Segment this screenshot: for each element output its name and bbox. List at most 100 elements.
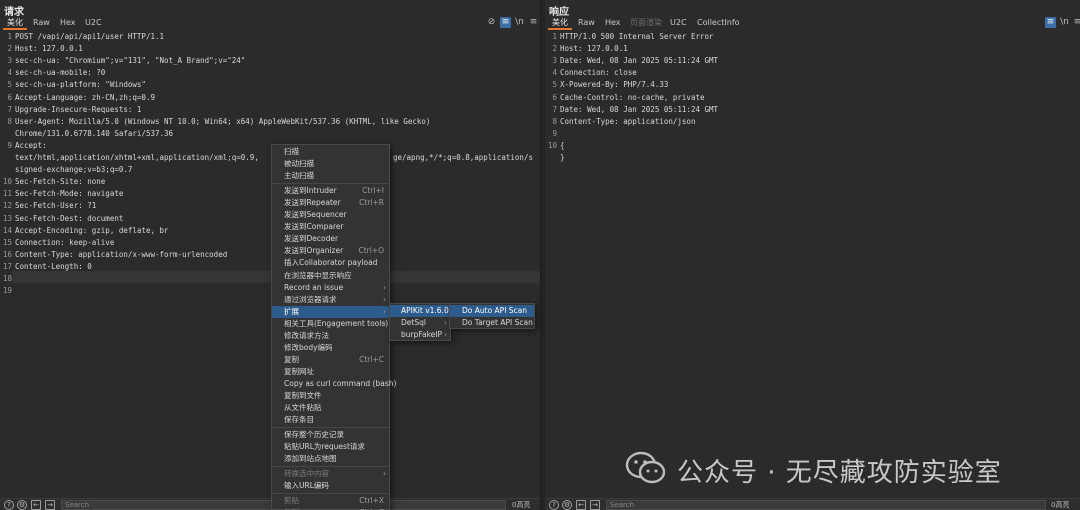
code-line: Content-Type: application/json [560, 116, 696, 126]
context-menu-item[interactable]: 复制到文件 [272, 390, 389, 402]
context-menu-item[interactable]: 相关工具(Engagement tools) › [272, 318, 389, 330]
context-menu-item[interactable]: 保存整个历史记录 [272, 429, 389, 441]
menu-item-label: 发送到Sequencer [284, 210, 347, 220]
tab-hex[interactable]: Hex [56, 15, 80, 30]
code-line: Host: 127.0.0.1 [560, 44, 628, 54]
chevron-right-icon: › [383, 294, 386, 304]
hide-eye-icon[interactable]: ⊘ [486, 17, 497, 28]
menu-icon[interactable]: ≡ [528, 17, 539, 28]
menu-item-label: 主动扫描 [284, 171, 314, 181]
line-number: 10 [2, 177, 12, 187]
forward-icon[interactable]: → [45, 500, 55, 510]
context-menu-item[interactable]: 修改body编码 [272, 342, 389, 354]
settings-icon[interactable]: ⚙ [562, 500, 572, 510]
wrap-lines-icon[interactable]: ≡ [500, 17, 511, 28]
context-menu-item[interactable]: 被动扫描 [272, 158, 389, 170]
context-menu-item[interactable]: 通过浏览器请求 › [272, 294, 389, 306]
newline-icon[interactable]: \n [514, 17, 525, 28]
context-menu-item[interactable]: 插入Collaborator payload [272, 257, 389, 269]
chevron-right-icon: › [383, 282, 386, 292]
line-number: 5 [552, 80, 557, 90]
menu-item-shortcut: Ctrl+O [358, 246, 384, 256]
back-icon[interactable]: ← [576, 500, 586, 510]
wrap-lines-icon[interactable]: ≡ [1045, 17, 1056, 28]
code-line: { [560, 140, 565, 150]
response-editor[interactable]: 1 HTTP/1.0 500 Internal Server Error 2 Host… [545, 31, 1080, 498]
code-line: Connection: keep-alive [15, 237, 115, 247]
apikit-menu-item[interactable]: Do Auto API Scan [450, 305, 534, 317]
menu-item-label: Do Target API Scan [462, 318, 533, 327]
code-line: sec-ch-ua-mobile: ?0 [15, 68, 106, 78]
context-menu-item[interactable]: 发送到Intruder Ctrl+I [272, 185, 389, 197]
context-menu-item[interactable]: Copy as curl command (bash) [272, 378, 396, 390]
line-number: 5 [7, 80, 12, 90]
code-line: X-Powered-By: PHP/7.4.33 [560, 80, 669, 90]
context-menu-item[interactable]: 扩展 › [272, 305, 389, 318]
code-line: sec-ch-ua-platform: "Windows" [15, 80, 146, 90]
apikit-submenu: Do Auto API Scan Do Target API Scan [449, 303, 535, 329]
tab-u2c[interactable]: U2C [81, 15, 106, 30]
context-menu-item[interactable]: 转换选中内容 › [272, 468, 389, 480]
extension-menu-item[interactable]: APIKit v1.6.0 › [390, 305, 450, 317]
context-menu-item[interactable]: 在浏览器中显示响应 [272, 270, 389, 282]
chevron-right-icon: › [444, 306, 447, 315]
context-menu-item[interactable]: 发送到Decoder [272, 233, 389, 245]
context-menu-item[interactable]: 剪贴 Ctrl+X [272, 495, 389, 507]
menu-item-label: Record an issue [284, 282, 344, 292]
code-line: Chrome/131.0.6778.140 Safari/537.36 [15, 128, 174, 138]
menu-icon[interactable]: ≡ [1072, 17, 1080, 28]
extension-menu-item[interactable]: DetSql › [390, 317, 450, 329]
tab-pretty[interactable]: 美化 [548, 15, 572, 30]
response-tabs: 美化 Raw Hex 页面渲染 U2C CollectInfo [545, 15, 1080, 30]
context-menu-item[interactable]: 从文件粘贴 [272, 402, 389, 414]
code-line: sec-ch-ua: "Chromium";v="131", "Not_A Br… [15, 56, 246, 66]
menu-item-label: 粘贴URL为request请求 [284, 442, 365, 452]
line-number: 2 [552, 44, 557, 54]
newline-icon[interactable]: \n [1059, 17, 1070, 28]
forward-icon[interactable]: → [590, 500, 600, 510]
apikit-menu-item[interactable]: Do Target API Scan [450, 317, 534, 329]
tab-render[interactable]: 页面渲染 [626, 15, 666, 30]
context-menu-item[interactable]: 发送到Organizer Ctrl+O [272, 245, 389, 257]
context-menu-item[interactable]: 添加到站点地图 [272, 453, 389, 465]
extension-menu-item[interactable]: burpFakeIP › [390, 329, 450, 341]
code-line: Accept-Encoding: gzip, deflate, br [15, 225, 169, 235]
context-menu-item[interactable]: 输入URL编码 [272, 480, 389, 492]
menu-item-label: 在浏览器中显示响应 [284, 270, 352, 280]
line-number: 14 [2, 225, 12, 235]
context-menu-item[interactable]: 复制 Ctrl+C [272, 354, 389, 366]
code-line: Content-Type: application/x-www-form-url… [15, 249, 228, 259]
tab-hex[interactable]: Hex [601, 15, 625, 30]
tab-collectinfo[interactable]: CollectInfo [693, 15, 744, 30]
menu-item-label: 剪贴 [284, 496, 299, 506]
request-editor[interactable]: 1 POST /vapi/api/api1/user HTTP/1.1 2 Host:… [0, 31, 540, 498]
response-search-input[interactable]: Search [606, 500, 1046, 510]
settings-icon[interactable]: ⚙ [17, 500, 27, 510]
context-menu: 扫描 被动扫描 主动扫描发送到Intruder Ctrl+I 发送到Repeater Ct… [271, 144, 396, 510]
help-icon[interactable]: ? [549, 500, 559, 510]
tab-pretty[interactable]: 美化 [3, 15, 27, 30]
tab-raw[interactable]: Raw [574, 15, 599, 30]
context-menu-item[interactable]: 修改请求方法 [272, 330, 389, 342]
response-status-bar: ? ⚙ ← → Search 0高亮 [545, 498, 1080, 510]
tab-raw[interactable]: Raw [29, 15, 54, 30]
context-menu-item[interactable]: 扫描 [272, 146, 389, 158]
menu-item-label: APIKit v1.6.0 [401, 306, 449, 315]
menu-item-shortcut: Ctrl+I [362, 186, 384, 196]
context-menu-item[interactable]: 发送到Comparer [272, 221, 389, 233]
context-menu-item[interactable]: 主动扫描 [272, 170, 389, 182]
line-number: 10 [547, 140, 557, 150]
context-menu-item[interactable]: 保存条目 [272, 414, 389, 426]
context-menu-item[interactable]: 复制网址 [272, 366, 389, 378]
context-menu-item[interactable]: 发送到Sequencer [272, 209, 389, 221]
menu-item-label: DetSql [401, 318, 426, 327]
context-menu-item[interactable]: 粘贴URL为request请求 [272, 441, 389, 453]
chevron-right-icon: › [383, 318, 386, 328]
chevron-right-icon: › [383, 306, 386, 316]
back-icon[interactable]: ← [31, 500, 41, 510]
code-line: Date: Wed, 08 Jan 2025 05:11:24 GMT [560, 104, 719, 114]
help-icon[interactable]: ? [4, 500, 14, 510]
context-menu-item[interactable]: 发送到Repeater Ctrl+R [272, 197, 389, 209]
context-menu-item[interactable]: Record an issue › [272, 282, 389, 294]
tab-u2c[interactable]: U2C [666, 15, 691, 30]
